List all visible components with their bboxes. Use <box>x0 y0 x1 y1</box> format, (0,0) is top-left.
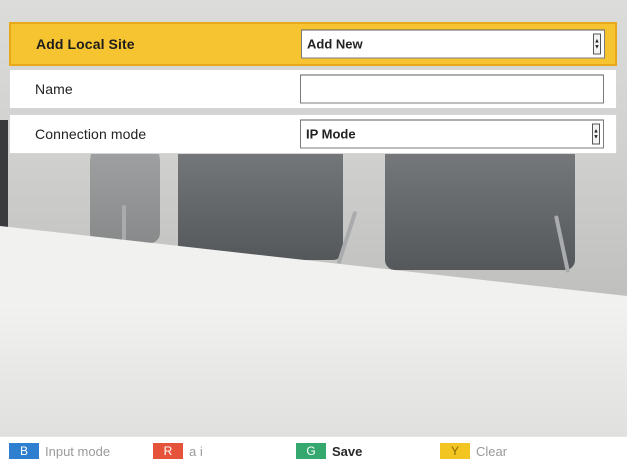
remote-key-bar: B Input mode R a i G Save Y Clear <box>0 436 627 460</box>
connection-mode-select[interactable]: IP Mode ▲ ▼ <box>300 119 604 149</box>
red-key-badge: R <box>153 443 183 459</box>
key-yellow-clear[interactable]: Y Clear <box>440 443 507 459</box>
add-local-site-select[interactable]: Add New ▲ ▼ <box>301 29 605 59</box>
yellow-key-label: Clear <box>476 443 508 459</box>
dropdown-arrow-icon[interactable]: ▲ ▼ <box>592 123 600 145</box>
add-local-site-row[interactable]: Add Local Site Add New ▲ ▼ <box>9 22 617 66</box>
connection-mode-row[interactable]: Connection mode IP Mode ▲ ▼ <box>9 114 617 154</box>
key-red[interactable]: R a i <box>153 443 203 459</box>
connection-mode-label: Connection mode <box>35 126 147 142</box>
blue-key-badge: B <box>9 443 39 459</box>
green-key-badge: G <box>296 443 326 459</box>
key-green-save[interactable]: G Save <box>296 443 362 459</box>
blue-key-label: Input mode <box>45 443 111 459</box>
chair-leg <box>122 205 126 243</box>
key-blue-input-mode[interactable]: B Input mode <box>9 443 110 459</box>
add-local-site-value: Add New <box>307 36 363 52</box>
dropdown-arrow-icon[interactable]: ▲ ▼ <box>593 33 601 55</box>
yellow-key-badge: Y <box>440 443 470 459</box>
wall-edge <box>0 120 8 230</box>
name-input[interactable] <box>300 74 604 104</box>
name-label: Name <box>35 81 73 97</box>
name-row[interactable]: Name <box>9 69 617 109</box>
add-local-site-panel: Add Local Site Add New ▲ ▼ Name Connectio… <box>9 22 617 159</box>
add-local-site-label: Add Local Site <box>36 36 135 52</box>
green-key-label: Save <box>332 443 363 459</box>
red-key-label: a i <box>189 443 203 459</box>
connection-mode-value: IP Mode <box>306 126 356 142</box>
